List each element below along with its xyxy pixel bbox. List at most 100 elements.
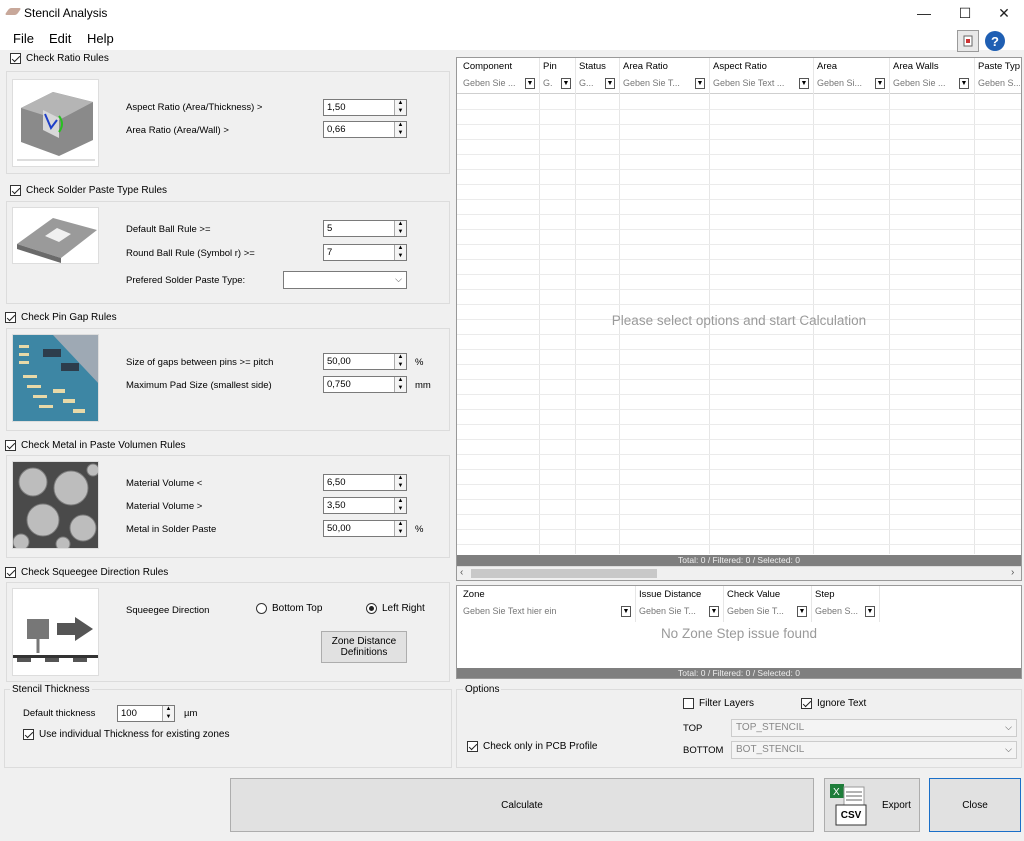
preferred-paste-select[interactable]: ⌵ <box>283 271 407 289</box>
round-ball-input[interactable]: 7 ▲ ▼ <box>323 244 407 261</box>
maximize-button[interactable]: ☐ <box>945 0 985 26</box>
col-issue-distance[interactable]: Issue Distance <box>639 589 701 600</box>
col-status[interactable]: Status <box>579 61 606 72</box>
filter-step[interactable]: Geben S... ▼ <box>815 603 879 619</box>
zone-distance-button[interactable]: Zone Distance Definitions <box>321 631 407 663</box>
close-window-button[interactable]: ✕ <box>984 0 1024 26</box>
grid-row-line <box>457 184 1021 185</box>
filter-zone[interactable]: Geben Sie Text hier ein ▼ <box>463 603 635 619</box>
filter-icon[interactable]: ▼ <box>525 77 535 89</box>
filter-icon[interactable]: ▼ <box>797 605 807 617</box>
spinner-arrows[interactable]: ▲ ▼ <box>394 122 406 137</box>
filter-status[interactable]: G... ▼ <box>579 75 619 91</box>
squeegee-checkbox[interactable] <box>5 567 16 578</box>
zone-grid[interactable]: Zone Issue Distance Check Value Step Geb… <box>456 585 1022 679</box>
spinner-arrows[interactable]: ▲ ▼ <box>394 100 406 115</box>
individual-thickness-checkbox[interactable] <box>23 729 34 740</box>
col-area-walls[interactable]: Area Walls <box>893 61 939 72</box>
ignore-text-toggle[interactable]: Ignore Text <box>801 698 866 709</box>
filter-icon[interactable]: ▼ <box>959 77 969 89</box>
filter-icon[interactable]: ▼ <box>875 77 885 89</box>
left-right-radio[interactable] <box>366 603 377 614</box>
filter-paste-type[interactable]: Geben S... <box>978 75 1022 91</box>
default-ball-input[interactable]: 5 ▲ ▼ <box>323 220 407 237</box>
minimize-button[interactable]: — <box>904 0 944 26</box>
filter-pin[interactable]: G. ▼ <box>543 75 575 91</box>
ratio-rules-toggle[interactable]: Check Ratio Rules <box>10 53 109 64</box>
menu-edit[interactable]: Edit <box>49 31 71 46</box>
pin-gap-checkbox[interactable] <box>5 312 16 323</box>
volume-lt-input[interactable]: 6,50 ▲ ▼ <box>323 474 407 491</box>
filter-layers-checkbox[interactable] <box>683 698 694 709</box>
col-step[interactable]: Step <box>815 589 835 600</box>
col-area[interactable]: Area <box>817 61 837 72</box>
help-button[interactable]: ? <box>985 31 1005 51</box>
top-layer-select[interactable]: TOP_STENCIL ⌵ <box>731 719 1017 737</box>
filter-area-ratio[interactable]: Geben Sie T... ▼ <box>623 75 709 91</box>
results-grid[interactable]: Component Pin Status Area Ratio Aspect R… <box>456 57 1022 581</box>
filter-area-walls[interactable]: Geben Sie ... ▼ <box>893 75 973 91</box>
svg-text:X: X <box>833 787 840 798</box>
filter-icon[interactable]: ▼ <box>709 605 719 617</box>
paste-type-toggle[interactable]: Check Solder Paste Type Rules <box>10 185 167 196</box>
bottom-top-option[interactable]: Bottom Top <box>256 603 322 614</box>
spinner-arrows[interactable]: ▲ ▼ <box>394 377 406 392</box>
metal-volume-toggle[interactable]: Check Metal in Paste Volumen Rules <box>5 440 186 451</box>
spinner-arrows[interactable]: ▲ ▼ <box>394 221 406 236</box>
area-ratio-input[interactable]: 0,66 ▲ ▼ <box>323 121 407 138</box>
filter-icon[interactable]: ▼ <box>621 605 631 617</box>
pcb-profile-checkbox[interactable] <box>467 741 478 752</box>
max-pad-input[interactable]: 0,750 ▲ ▼ <box>323 376 407 393</box>
ignore-text-checkbox[interactable] <box>801 698 812 709</box>
bottom-layer-select[interactable]: BOT_STENCIL ⌵ <box>731 741 1017 759</box>
col-area-ratio[interactable]: Area Ratio <box>623 61 668 72</box>
scroll-left-icon[interactable]: ‹ <box>460 567 463 578</box>
scroll-right-icon[interactable]: › <box>1011 567 1014 578</box>
spinner-arrows[interactable]: ▲ ▼ <box>162 706 174 721</box>
filter-icon[interactable]: ▼ <box>695 77 705 89</box>
filter-check-value[interactable]: Geben Sie T... ▼ <box>727 603 811 619</box>
volume-gt-input[interactable]: 3,50 ▲ ▼ <box>323 497 407 514</box>
spinner-arrows[interactable]: ▲ ▼ <box>394 475 406 490</box>
squeegee-toggle[interactable]: Check Squeegee Direction Rules <box>5 567 168 578</box>
menu-file[interactable]: File <box>13 31 34 46</box>
spinner-arrows[interactable]: ▲ ▼ <box>394 521 406 536</box>
filter-aspect-ratio[interactable]: Geben Sie Text ... ▼ <box>713 75 813 91</box>
filter-icon[interactable]: ▼ <box>605 77 615 89</box>
col-component[interactable]: Component <box>463 61 512 72</box>
spinner-arrows[interactable]: ▲ ▼ <box>394 245 406 260</box>
paste-type-checkbox[interactable] <box>10 185 21 196</box>
report-button[interactable] <box>957 30 979 52</box>
export-button[interactable]: X CSV Export <box>824 778 920 832</box>
filter-icon[interactable]: ▼ <box>865 605 875 617</box>
filter-area[interactable]: Geben Si... ▼ <box>817 75 889 91</box>
col-pin[interactable]: Pin <box>543 61 557 72</box>
col-zone[interactable]: Zone <box>463 589 485 600</box>
col-paste-type[interactable]: Paste Typ <box>978 61 1020 72</box>
grid-horizontal-scrollbar[interactable]: ‹ › <box>457 566 1021 580</box>
pin-gap-toggle[interactable]: Check Pin Gap Rules <box>5 312 117 323</box>
individual-thickness-toggle[interactable]: Use individual Thickness for existing zo… <box>23 729 229 740</box>
filter-layers-toggle[interactable]: Filter Layers <box>683 698 754 709</box>
default-thickness-input[interactable]: 100 ▲ ▼ <box>117 705 175 722</box>
pcb-profile-toggle[interactable]: Check only in PCB Profile <box>467 741 598 752</box>
calculate-button[interactable]: Calculate <box>230 778 814 832</box>
ratio-rules-checkbox[interactable] <box>10 53 21 64</box>
aspect-ratio-input[interactable]: 1,50 ▲ ▼ <box>323 99 407 116</box>
close-button[interactable]: Close <box>929 778 1021 832</box>
filter-component[interactable]: Geben Sie ... ▼ <box>463 75 539 91</box>
col-aspect-ratio[interactable]: Aspect Ratio <box>713 61 767 72</box>
filter-icon[interactable]: ▼ <box>799 77 809 89</box>
filter-issue-distance[interactable]: Geben Sie T... ▼ <box>639 603 723 619</box>
pin-gap-input[interactable]: 50,00 ▲ ▼ <box>323 353 407 370</box>
left-right-option[interactable]: Left Right <box>366 603 425 614</box>
spinner-arrows[interactable]: ▲ ▼ <box>394 354 406 369</box>
filter-icon[interactable]: ▼ <box>561 77 571 89</box>
metal-volume-checkbox[interactable] <box>5 440 16 451</box>
spinner-arrows[interactable]: ▲ ▼ <box>394 498 406 513</box>
menu-help[interactable]: Help <box>87 31 114 46</box>
col-check-value[interactable]: Check Value <box>727 589 780 600</box>
bottom-top-radio[interactable] <box>256 603 267 614</box>
metal-paste-input[interactable]: 50,00 ▲ ▼ <box>323 520 407 537</box>
scroll-thumb[interactable] <box>471 569 657 578</box>
